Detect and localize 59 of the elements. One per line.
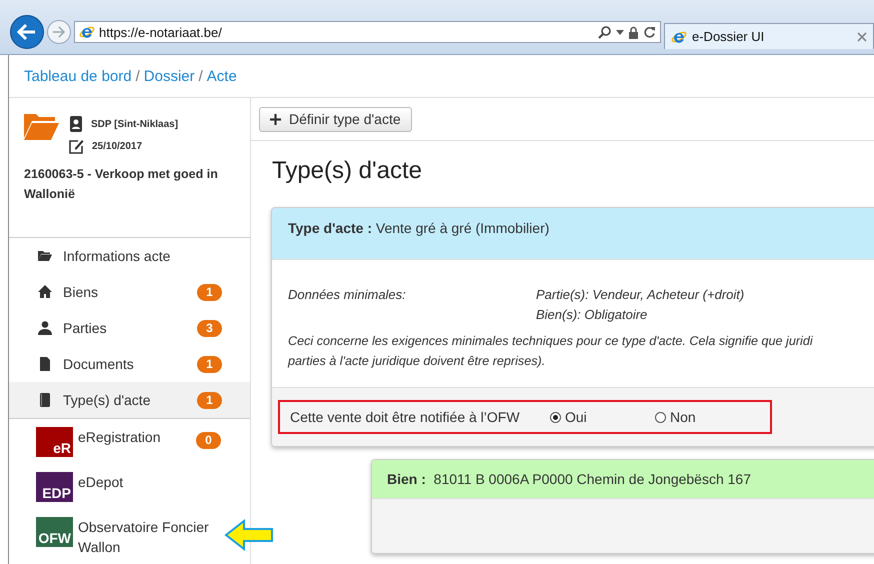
radio-button[interactable] (550, 412, 561, 422)
refresh-icon[interactable] (643, 26, 656, 38)
note-text: Ceci concerne les exigences minimales techniques pour ce type d'acte. Cela signifie que juridi (288, 333, 814, 350)
radio-option[interactable]: Non (655, 409, 760, 425)
dropdown-icon[interactable] (616, 30, 624, 34)
breadcrumb-separator: / (136, 68, 140, 84)
search-icon[interactable] (598, 25, 612, 39)
breadcrumb-separator: / (198, 68, 203, 84)
radio-button[interactable] (655, 412, 666, 422)
sidebar-item[interactable]: Parties 3 (9, 310, 250, 346)
plus-icon (270, 114, 281, 124)
breadcrumb-link[interactable]: Tableau de bord (24, 68, 132, 84)
back-button[interactable] (10, 15, 44, 49)
office-name: SDP [Sint-Niklaas] (91, 118, 178, 130)
question-label: Cette vente doit être notifiée à l’OFW (290, 409, 521, 425)
requirement-text: Partie(s): Vendeur, Acheteur (+droit) (536, 286, 746, 304)
forward-arrow-icon (52, 26, 66, 38)
count-badge: 3 (197, 320, 222, 336)
count-badge: 1 (197, 356, 222, 372)
browser-icon (79, 24, 95, 40)
person-icon (36, 320, 54, 336)
sidebar-item[interactable]: eR eRegistration 0 (9, 419, 221, 464)
folder-icon (24, 112, 59, 140)
define-type-button[interactable]: Définir type d'acte (259, 106, 412, 132)
breadcrumb-link[interactable]: Acte (206, 68, 237, 84)
act-type-text: Type d'acte : Vente gré à gré (Immobilier) (288, 220, 550, 236)
folder-icon (36, 248, 54, 264)
address-bar[interactable]: https://e-notariaat.be/ (74, 21, 661, 43)
requirement-text: Bien(s): Obligatoire (536, 306, 648, 324)
dossier-date: 25/10/2017 (92, 141, 142, 152)
back-arrow-icon (17, 23, 37, 41)
property-text: Bien : 81011 B 0006A P0000 Chemin de Jongebësch 167 (387, 471, 751, 487)
field-label: Données minimales: (288, 286, 407, 304)
note-text: parties à l'acte juridique doivent être reprises). (288, 353, 546, 370)
contact-card-icon (69, 116, 83, 132)
count-badge: 1 (197, 392, 222, 408)
breadcrumb-link[interactable]: Dossier (144, 68, 195, 84)
close-icon[interactable] (857, 32, 867, 42)
tab-title: e-Dossier UI (692, 29, 766, 44)
browser-tab[interactable]: e-Dossier UI (664, 23, 874, 49)
sidebar-item[interactable]: Type(s) d'acte 1 (9, 382, 250, 419)
sidebar-item[interactable]: Biens 1 (9, 274, 250, 310)
sidebar-item[interactable]: Documents 1 (9, 346, 250, 382)
sidebar-item[interactable]: EDP eDepot (9, 464, 221, 509)
sidebar-item[interactable]: Informations acte (9, 238, 250, 274)
pointer-arrow (224, 519, 274, 551)
service-logo: EDP (36, 472, 73, 502)
radio-option[interactable]: Oui (550, 409, 655, 425)
count-badge: 1 (197, 284, 222, 300)
service-logo: eR (36, 427, 73, 457)
home-icon (36, 284, 54, 300)
count-badge: 0 (196, 432, 221, 449)
page-heading: Type(s) d'acte (272, 157, 423, 186)
dossier-title: 2160063-5 - Verkoop met goed in Wallonië (24, 166, 219, 203)
edit-icon (69, 139, 84, 154)
browser-icon (671, 28, 687, 44)
lock-icon[interactable] (628, 26, 639, 38)
service-logo: OFW (36, 517, 73, 547)
url-text: https://e-notariaat.be/ (99, 24, 223, 40)
